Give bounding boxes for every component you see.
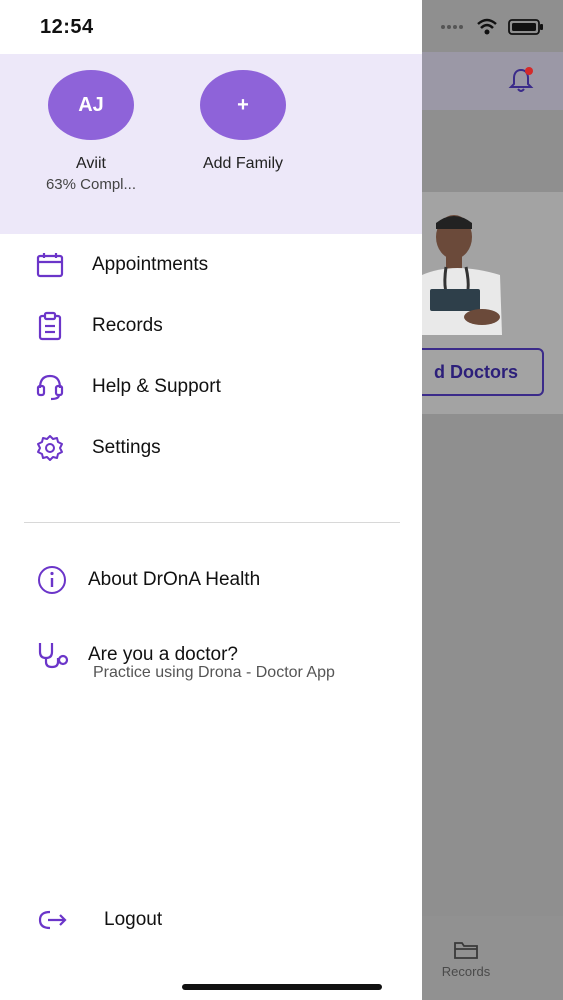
profile-completion: 63% Compl... <box>45 176 137 193</box>
battery-icon <box>508 19 543 35</box>
avatar[interactable]: AJ <box>48 70 134 140</box>
signal-icon <box>441 25 463 29</box>
logout-label: Logout <box>104 909 163 930</box>
add-family-label: Add Family <box>202 155 284 172</box>
folder-icon <box>454 942 478 959</box>
menu-item-label: Settings <box>92 437 161 458</box>
headset-icon <box>34 371 66 403</box>
status-time: 12:54 <box>40 16 94 38</box>
info-icon <box>36 564 68 596</box>
logout-button[interactable]: Logout <box>36 900 162 940</box>
menu-item-appointments[interactable]: Appointments <box>34 245 208 285</box>
add-family-card[interactable]: + Add Family <box>178 70 308 174</box>
home-indicator <box>182 984 382 990</box>
menu-item-help-support[interactable]: Help & Support <box>34 367 221 407</box>
gear-icon <box>34 432 66 464</box>
about-label: About DrOnA Health <box>88 569 261 590</box>
doctor-title: Are you a doctor? <box>88 644 238 665</box>
status-icons <box>440 18 544 36</box>
wifi-icon <box>477 18 497 35</box>
menu-item-settings[interactable]: Settings <box>34 428 161 468</box>
menu-item-records[interactable]: Records <box>34 306 163 346</box>
divider <box>24 522 400 523</box>
profile-name: Aviit <box>76 155 106 172</box>
tab-records[interactable]: Records <box>430 940 502 979</box>
stethoscope-icon <box>36 640 70 675</box>
menu-item-label: Appointments <box>92 254 209 275</box>
menu-item-label: Records <box>92 315 163 336</box>
menu-item-about[interactable]: About DrOnA Health <box>36 560 260 600</box>
clipboard-icon <box>34 310 66 342</box>
profile-card-user[interactable]: AJ Aviit 63% Compl... <box>26 70 156 196</box>
notification-bell-icon[interactable] <box>508 66 534 94</box>
add-family-button[interactable]: + <box>200 70 286 140</box>
menu-item-are-you-doctor[interactable]: Are you a doctor? Practice using Drona -… <box>36 638 396 688</box>
menu-item-label: Help & Support <box>92 376 221 397</box>
logout-icon <box>36 904 68 936</box>
doctor-illustration <box>422 215 502 335</box>
navigation-drawer: 12:54 AJ Aviit 63% Compl... + Add Family… <box>0 0 422 1000</box>
background-header <box>422 52 563 110</box>
doctor-subtitle: Practice using Drona - Doctor App <box>93 664 335 681</box>
profile-section: AJ Aviit 63% Compl... + Add Family <box>0 54 422 234</box>
calendar-icon <box>34 249 66 281</box>
